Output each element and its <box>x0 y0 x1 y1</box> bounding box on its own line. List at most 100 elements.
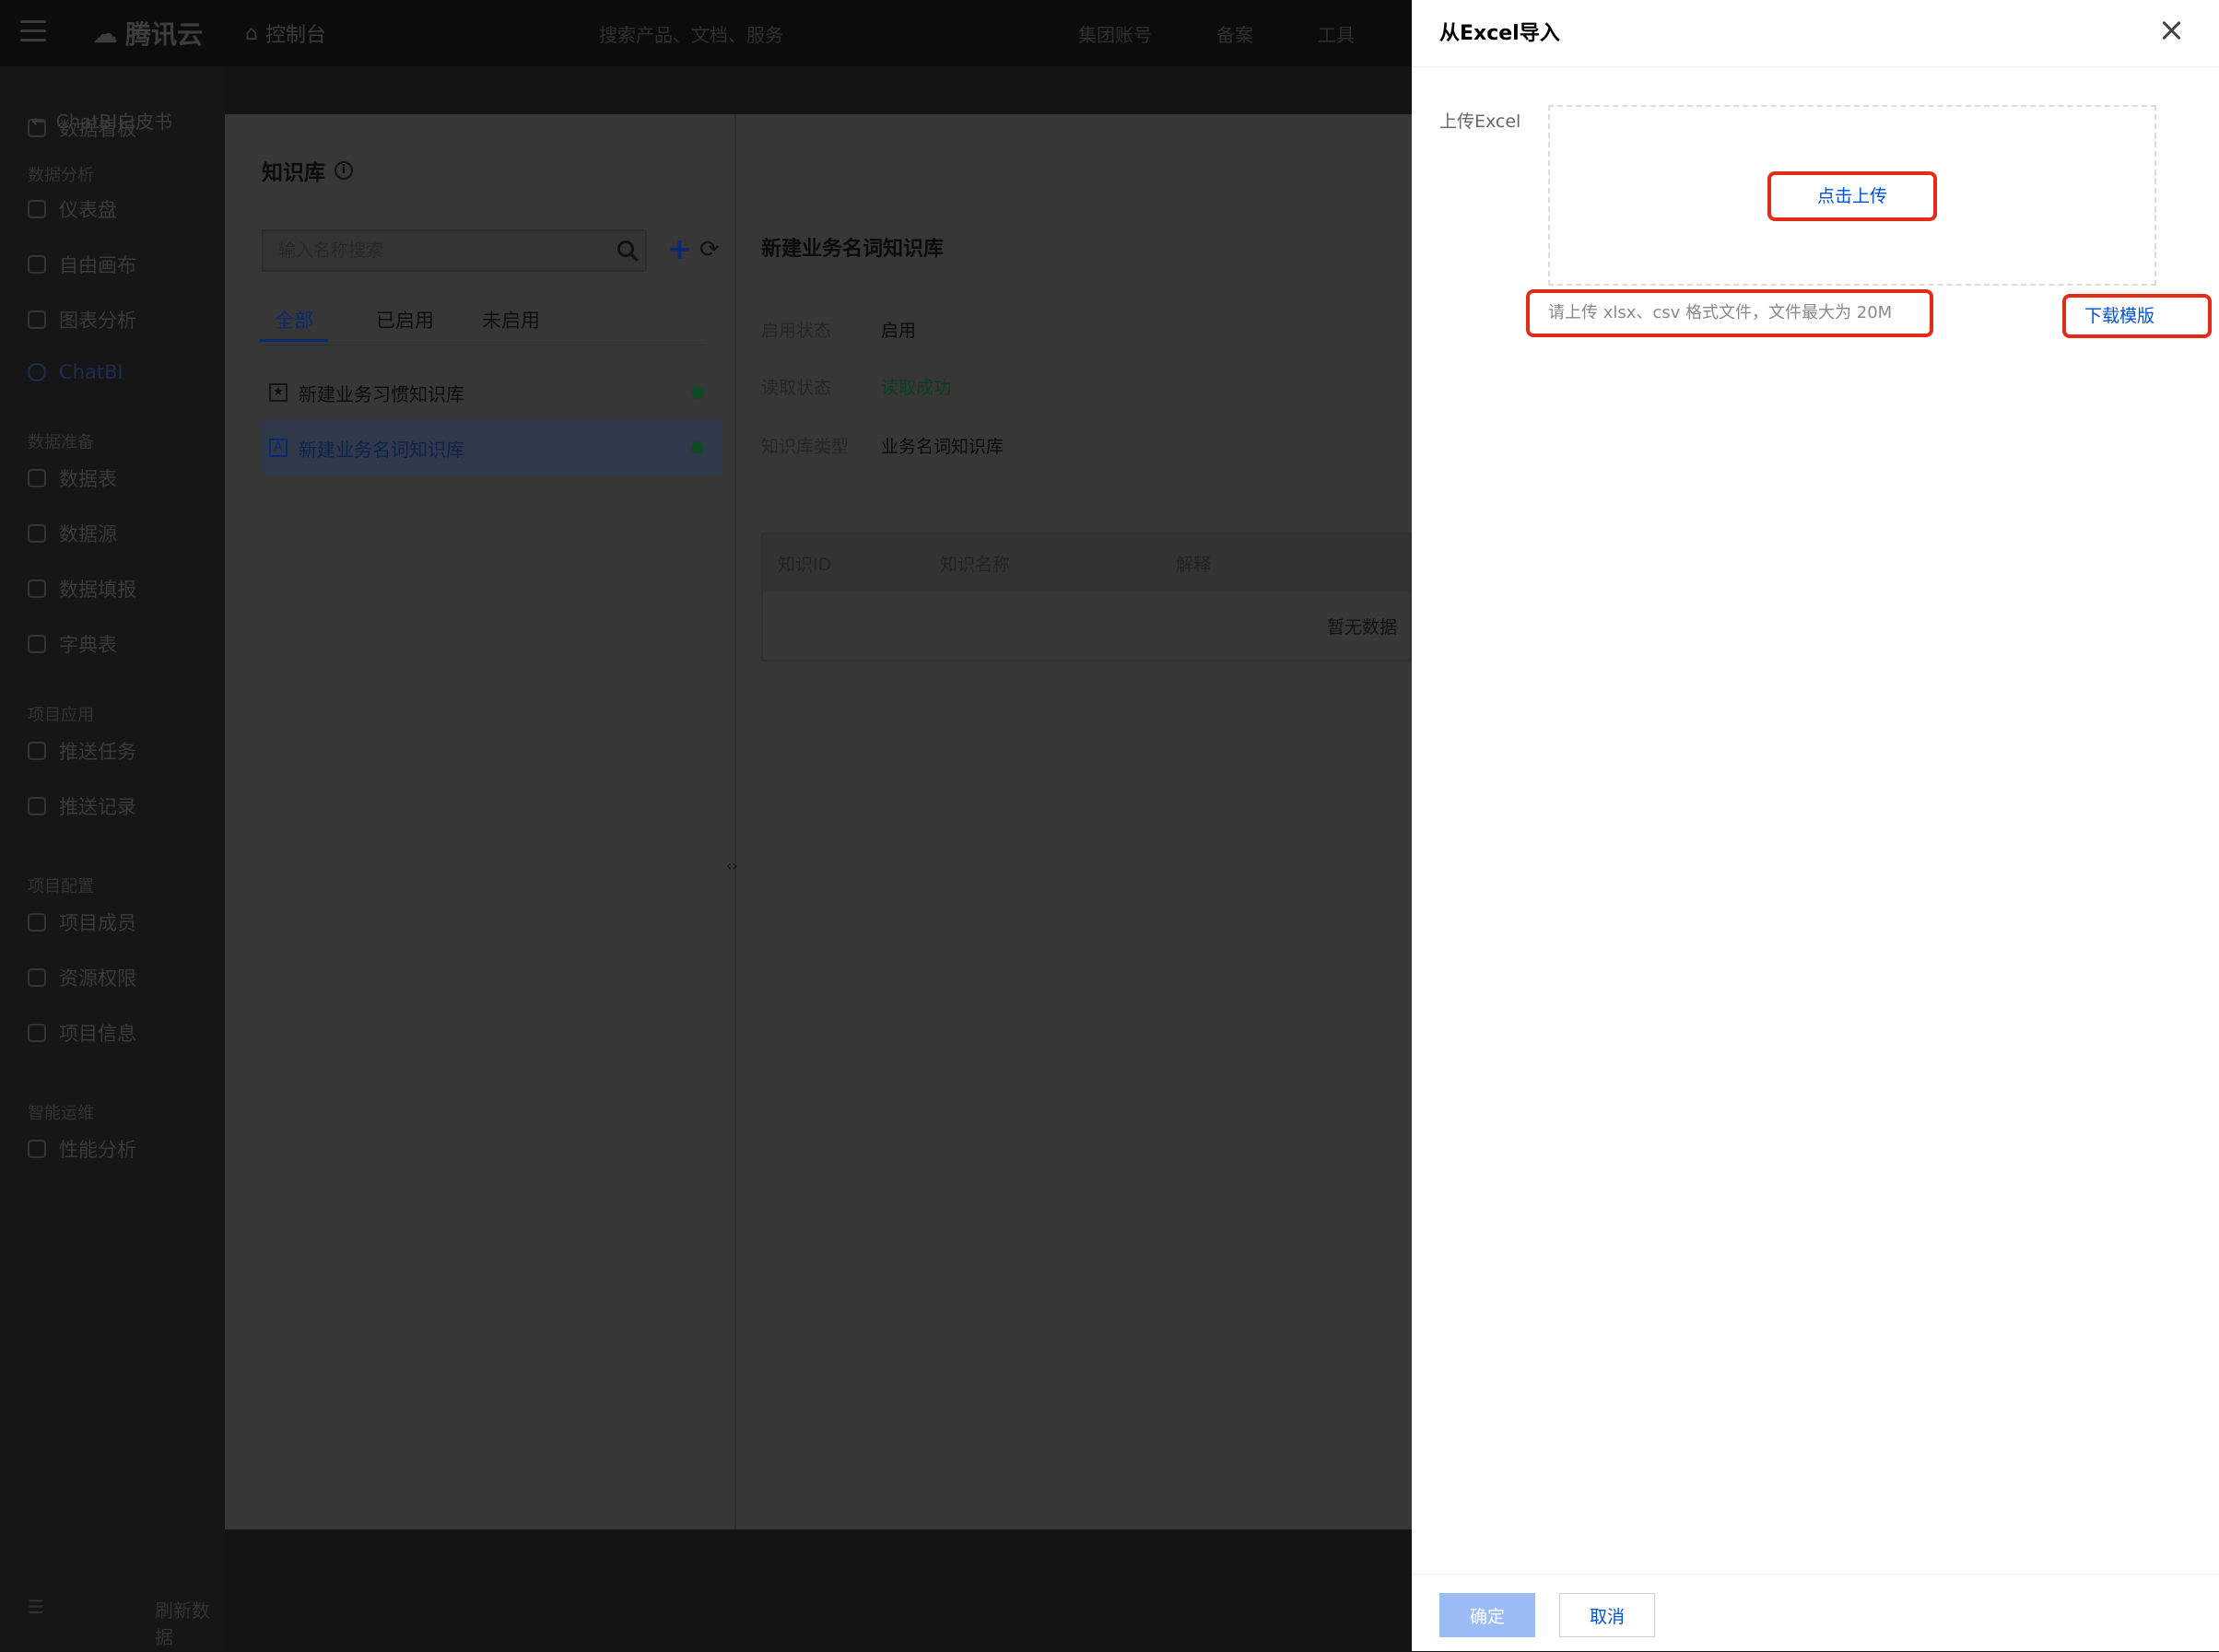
kb-tab[interactable]: 已启用 <box>376 299 434 342</box>
knowledge-base-modal: 知识库 i + ⟳ 全部已启用未启用 ★新建业务习惯知识库A新建业务名词知识库 … <box>225 114 1412 1529</box>
knowledge-base-icon: ★ <box>269 383 288 402</box>
sidebar-item-icon <box>28 968 46 987</box>
property-key: 知识库类型 <box>761 437 850 457</box>
download-template-link[interactable]: 下载模版 <box>2062 294 2212 338</box>
kb-tab[interactable]: 全部 <box>260 299 328 342</box>
add-icon[interactable]: + <box>667 234 692 264</box>
cancel-button[interactable]: 取消 <box>1559 1593 1655 1637</box>
property-value: 启用 <box>881 321 917 341</box>
kb-tab[interactable]: 未启用 <box>482 299 540 342</box>
sidebar: ← ChatBI白皮书 数据看板 数据分析 仪表盘 自由画布 图表分析 ChatBI 数据准… <box>0 66 225 1651</box>
drawer-title: 从Excel导入 <box>1439 22 1560 45</box>
sidebar-item[interactable]: 资源权限 <box>28 964 136 991</box>
sidebar-item-label: 数据表 <box>59 468 117 490</box>
brand-name: 腾讯云 <box>125 19 204 50</box>
kb-property: 启用状态 启用 <box>761 317 916 342</box>
top-nav-item[interactable]: 工具 <box>1318 20 1355 47</box>
upload-dropzone[interactable]: 点击上传 <box>1548 105 2156 286</box>
kb-tabs: 全部 已启用 未启用 <box>260 299 588 342</box>
sidebar-item[interactable]: 数据填报 <box>28 575 136 603</box>
sidebar-item-icon <box>28 913 46 931</box>
top-nav-item[interactable]: 集团账号 <box>1078 20 1152 47</box>
kb-list-item[interactable]: A 新建业务名词知识库 <box>262 420 722 475</box>
sidebar-item[interactable]: 仪表盘 <box>28 195 117 223</box>
sidebar-item-icon <box>28 524 46 543</box>
sidebar-item[interactable]: 数据表 <box>28 464 117 492</box>
empty-state: 暂无数据 <box>1326 617 1397 638</box>
sidebar-item[interactable]: 数据看板 <box>28 114 136 142</box>
sidebar-item[interactable]: ChatBI <box>28 361 123 383</box>
knowledge-table: 知识ID 知识名称 解释 暂无数据 <box>761 533 1412 662</box>
kb-item-name: 新建业务习惯知识库 <box>299 382 464 405</box>
sidebar-group-label: 数据准备 <box>28 433 94 452</box>
resize-handle-icon[interactable]: ‹› <box>726 857 738 874</box>
global-search[interactable]: 搜索产品、文档、服务 <box>599 20 783 47</box>
kb-detail-title: 新建业务名词知识库 <box>761 238 945 261</box>
excel-import-drawer: 从Excel导入 上传Excel 点击上传 请上传 xlsx、csv 格式文件，… <box>1412 0 2219 1651</box>
refresh-data-button[interactable]: 刷新数据 <box>155 1596 225 1649</box>
sidebar-item-icon <box>28 469 46 487</box>
tab-divider <box>262 345 704 346</box>
brand-logo[interactable]: ☁ 腾讯云 <box>92 15 203 52</box>
sidebar-item-label: 仪表盘 <box>59 199 117 221</box>
sidebar-item[interactable]: 字典表 <box>28 630 117 658</box>
property-value: 读取成功 <box>881 378 952 398</box>
table-column-header: 知识ID <box>778 554 832 575</box>
sidebar-item-icon <box>28 363 46 381</box>
sidebar-footer: ☰ 刷新数据 <box>28 1596 225 1649</box>
kb-list-item[interactable]: ★ 新建业务习惯知识库 <box>262 365 722 420</box>
console-link[interactable]: ⌂ 控制台 <box>245 18 326 48</box>
sidebar-item-label: ChatBI <box>59 361 123 383</box>
sidebar-item-label: 图表分析 <box>59 310 136 332</box>
sidebar-item-label: 项目信息 <box>59 1023 136 1045</box>
drawer-header: 从Excel导入 <box>1412 0 2219 67</box>
property-key: 读取状态 <box>761 378 832 398</box>
sidebar-item-label: 字典表 <box>59 634 117 656</box>
sidebar-item-label: 项目成员 <box>59 912 136 934</box>
enabled-status-icon <box>691 386 704 399</box>
sidebar-item-label: 资源权限 <box>59 967 136 990</box>
sidebar-item-icon <box>28 1024 46 1042</box>
sidebar-item-label: 推送记录 <box>59 796 136 818</box>
search-icon[interactable] <box>617 240 634 257</box>
sidebar-group-label: 数据分析 <box>28 166 94 185</box>
home-icon: ⌂ <box>245 21 258 45</box>
kb-item-name: 新建业务名词知识库 <box>299 438 464 461</box>
cloud-icon: ☁ <box>92 18 118 49</box>
info-icon[interactable]: i <box>335 161 353 180</box>
sidebar-item-icon <box>28 310 46 329</box>
kb-search-input[interactable] <box>264 231 606 270</box>
sidebar-item[interactable]: 推送记录 <box>28 792 136 820</box>
sidebar-item-icon <box>28 635 46 653</box>
sidebar-item-icon <box>28 255 46 274</box>
sidebar-item[interactable]: 项目信息 <box>28 1019 136 1047</box>
knowledge-base-icon: A <box>269 439 288 457</box>
sidebar-item-label: 推送任务 <box>59 741 136 763</box>
sidebar-item[interactable]: 项目成员 <box>28 908 136 936</box>
sidebar-item-label: 数据源 <box>59 523 117 545</box>
upload-button[interactable]: 点击上传 <box>1767 171 1937 221</box>
kb-title: 知识库 i <box>262 155 353 186</box>
sidebar-item-label: 数据看板 <box>59 118 136 140</box>
sidebar-group-label: 项目应用 <box>28 706 94 725</box>
top-nav-item[interactable]: 备案 <box>1216 20 1253 47</box>
sidebar-item[interactable]: 推送任务 <box>28 737 136 765</box>
collapse-icon[interactable]: ☰ <box>28 1596 44 1649</box>
confirm-button[interactable]: 确定 <box>1439 1593 1535 1637</box>
kb-search-box <box>262 229 647 272</box>
sidebar-item[interactable]: 自由画布 <box>28 251 136 278</box>
enabled-status-icon <box>691 441 704 454</box>
kb-property: 知识库类型 业务名词知识库 <box>761 433 1004 458</box>
sidebar-item[interactable]: 图表分析 <box>28 306 136 334</box>
sidebar-item-icon <box>28 1140 46 1158</box>
close-icon[interactable] <box>2158 17 2186 44</box>
sidebar-item[interactable]: 性能分析 <box>28 1135 136 1163</box>
sidebar-item-icon <box>28 742 46 760</box>
refresh-icon[interactable]: ⟳ <box>699 238 720 262</box>
sidebar-item[interactable]: 数据源 <box>28 520 117 547</box>
upload-label: 上传Excel <box>1439 111 1521 132</box>
table-column-header: 知识名称 <box>940 554 1011 575</box>
hamburger-menu-icon[interactable] <box>20 20 46 42</box>
sidebar-item-icon <box>28 119 46 137</box>
kb-property: 读取状态 读取成功 <box>761 374 951 399</box>
